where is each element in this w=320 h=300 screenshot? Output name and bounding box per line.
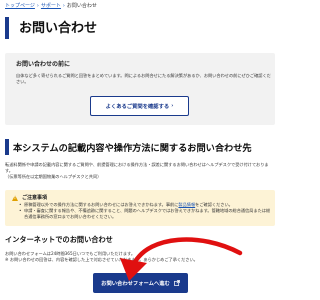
inquiry-form-button[interactable]: お問い合わせフォームへ進む (93, 273, 188, 293)
title-accent-bar (5, 17, 9, 39)
breadcrumb: トップページ › サポート › お問い合わせ (5, 2, 97, 9)
breadcrumb-separator: › (36, 3, 39, 9)
system-section-text: 転送料関係や申請の記載内容に関するご質問や、前提管理における操作方法・誤差に関す… (5, 162, 275, 180)
inquiry-form-button-label: お問い合わせフォームへ進む (101, 281, 170, 287)
notice-header: ご注意事項 (12, 194, 47, 201)
breadcrumb-support-link[interactable]: サポート (41, 3, 61, 9)
notice-title: ご注意事項 (22, 195, 48, 201)
pre-inquiry-box: お問い合わせの前に 自体など多く寄せられるご質問と回答をまとめています。問による… (5, 53, 275, 125)
breadcrumb-top-link[interactable]: トップページ (5, 3, 35, 9)
system-section-text-line1: 転送料関係や申請の記載内容に関するご質問や、前提管理における操作方法・誤差に関す… (5, 162, 269, 173)
warning-icon (12, 194, 18, 201)
section-accent-bar (5, 139, 9, 155)
chevron-right-icon: › (171, 103, 174, 109)
breadcrumb-separator: › (62, 3, 65, 9)
internet-section-title: インターネットでのお問い合わせ (5, 235, 113, 244)
page-title: お問い合わせ (19, 20, 98, 36)
system-section-text-line2: （伝票等所在以定期国物業のヘルプデスクと共同） (5, 174, 102, 179)
product-info-link[interactable]: 製品情報 (178, 202, 195, 207)
system-section-heading: 本システムの記載内容や操作方法に関するお問い合わせ先 (5, 139, 280, 155)
page-title-block: お問い合わせ (5, 17, 280, 39)
pre-inquiry-title: お問い合わせの前に (16, 61, 71, 68)
internet-section-text: お問い合わせフォームは24時間365日いつでもご利用いただけます。 ※ お問い合… (5, 251, 275, 263)
internet-section-text-line2: ※ お問い合わせの回答は、内容を確認した上で対応させていただきます。あらかじめご… (5, 257, 198, 262)
notice-item: 申請・審査に関する報告や、不備追跡に関すること、問題のヘルプデスクではお答えでき… (19, 208, 274, 220)
notice-box: ご注意事項 原稿管理以外での操作方法に関するお問い合わせにはお答えできかねます。… (5, 190, 275, 226)
breadcrumb-current: お問い合わせ (66, 3, 97, 9)
faq-button[interactable]: よくあるご質問を確認する › (90, 96, 189, 116)
pre-inquiry-text: 自体など多く寄せられるご質問と回答をまとめています。問によるお問合せにたる解決策… (16, 73, 271, 84)
system-section-title: 本システムの記載内容や操作方法に関するお問い合わせ先 (13, 143, 252, 154)
faq-button-label: よくあるご質問を確認する (105, 104, 170, 110)
external-link-icon (173, 280, 180, 286)
notice-list: 原稿管理以外での操作方法に関するお問い合わせにはお答えできかねます。事前に製品情… (19, 202, 274, 220)
